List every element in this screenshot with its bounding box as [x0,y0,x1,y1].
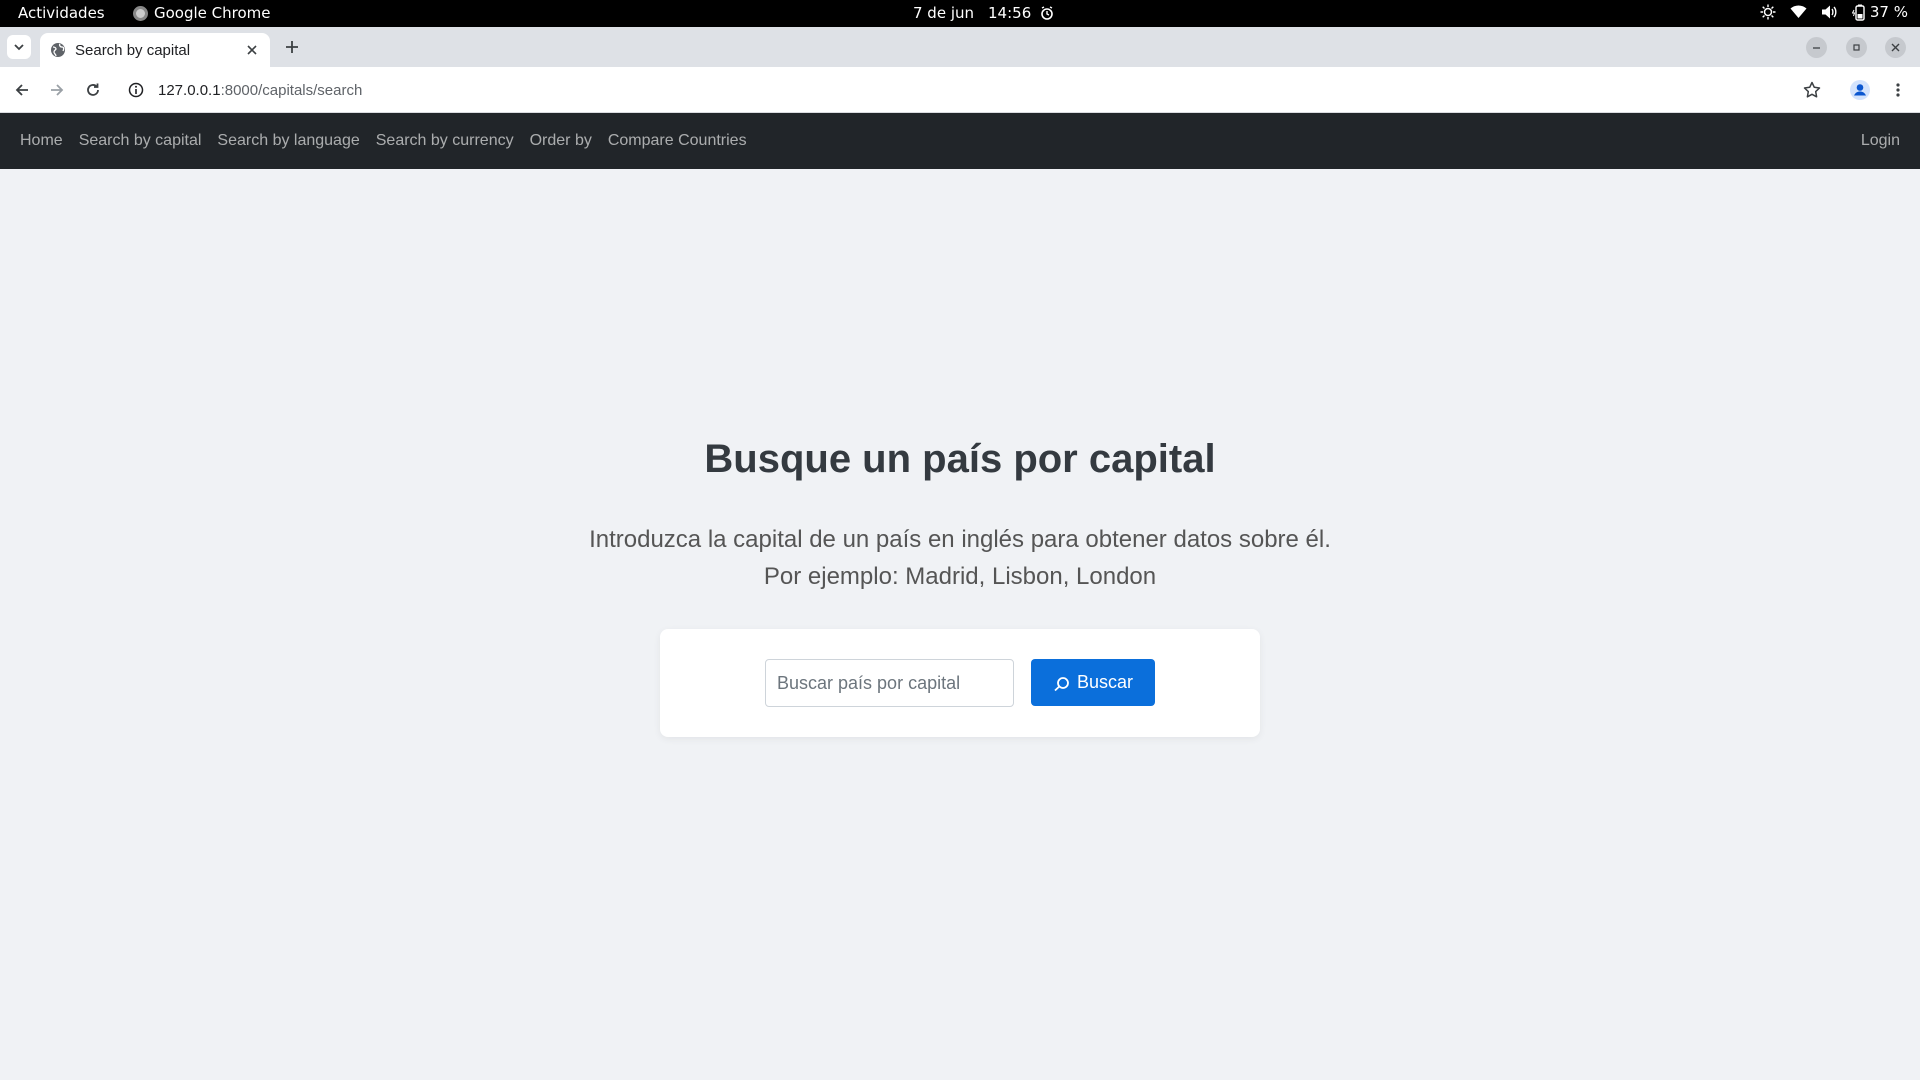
nav-link-search-by-currency[interactable]: Search by currency [368,132,522,150]
battery-percentage: 37 % [1869,3,1908,21]
tab-strip: Search by capital [0,27,1920,67]
minimize-button[interactable] [1806,37,1827,58]
reload-button[interactable] [81,78,105,102]
login-area: Login [1853,113,1908,169]
system-top-bar: Actividades Google Chrome 7 de jun 14:56… [0,0,1920,27]
activities-button[interactable]: Actividades [18,4,105,22]
plus-icon [286,41,298,53]
search-card: Buscar [660,629,1260,737]
app-name: Google Chrome [154,4,271,22]
nav-link-order-by[interactable]: Order by [522,132,600,150]
nav-link-search-by-language[interactable]: Search by language [209,132,367,150]
minimize-icon [1813,47,1820,49]
new-tab-button[interactable] [281,36,303,58]
tab-title: Search by capital [75,41,191,59]
capital-search-input[interactable] [765,659,1014,707]
address-bar[interactable]: 127.0.0.1:8000/capitals/search [124,73,1800,107]
page-description: Introduzca la capital de un país en ingl… [0,521,1920,595]
battery-status: 37 % [1851,3,1908,21]
url-path: :8000/capitals/search [220,81,363,99]
system-tray[interactable]: 37 % [1760,3,1908,21]
main-content: Busque un país por capital Introduzca la… [0,169,1920,1080]
app-menu[interactable]: Google Chrome [133,4,271,22]
forward-button[interactable] [45,78,69,102]
volume-icon [1821,4,1838,20]
profile-button[interactable] [1848,78,1872,102]
nav-link-search-by-capital[interactable]: Search by capital [71,132,210,150]
login-link[interactable]: Login [1853,132,1908,150]
description-line-1: Introduzca la capital de un país en ingl… [589,526,1331,553]
avatar-icon [1850,80,1870,100]
chrome-app-icon [133,5,148,21]
search-button[interactable]: Buscar [1031,659,1155,706]
description-line-2: Por ejemplo: Madrid, Lisbon, London [763,563,1157,590]
site-navbar: Home Search by capital Search by languag… [0,113,1920,169]
close-tab-icon[interactable] [242,40,262,60]
search-button-label: Buscar [1076,672,1134,692]
url-host: 127.0.0.1 [158,81,221,99]
search-icon [1054,677,1069,692]
arrow-left-icon [15,84,28,96]
date-label: 7 de jun [913,4,975,22]
arrow-right-icon [51,84,64,96]
alarm-icon [1039,5,1055,21]
close-window-button[interactable] [1885,37,1906,58]
restore-button[interactable] [1846,37,1867,58]
clock[interactable]: 7 de jun 14:56 [913,4,1055,22]
nav-links: Home Search by capital Search by languag… [12,113,755,169]
hero-section: Busque un país por capital Introduzca la… [0,435,1920,595]
brightness-icon [1760,4,1776,20]
close-icon [1891,43,1900,52]
restore-icon [1853,44,1860,51]
battery-icon [1851,4,1866,21]
star-icon [1803,81,1821,98]
nav-link-home[interactable]: Home [12,132,71,150]
chevron-down-icon [14,44,24,51]
back-button[interactable] [10,78,34,102]
site-info-icon[interactable] [124,78,148,102]
time-label: 14:56 [988,4,1032,22]
wifi-icon [1790,4,1807,20]
menu-button[interactable] [1886,78,1910,102]
bookmark-button[interactable] [1800,78,1824,102]
nav-link-compare-countries[interactable]: Compare Countries [600,132,755,150]
active-tab[interactable]: Search by capital [40,33,270,67]
globe-icon [50,42,66,58]
tab-search-button[interactable] [7,35,31,59]
kebab-menu-icon [1896,83,1900,97]
url-text[interactable]: 127.0.0.1:8000/capitals/search [158,82,362,99]
browser-toolbar: 127.0.0.1:8000/capitals/search [0,67,1920,113]
reload-icon [87,83,99,96]
page-title: Busque un país por capital [704,437,1216,481]
